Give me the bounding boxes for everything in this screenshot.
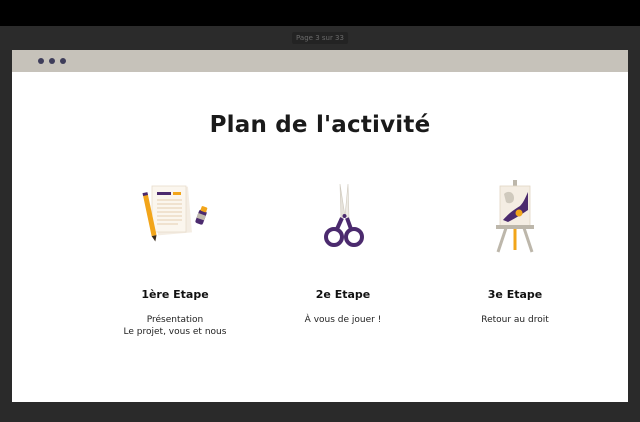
step-1-description: Présentation Le projet, vous et nous bbox=[80, 314, 270, 338]
step-1-line-2: Le projet, vous et nous bbox=[123, 327, 227, 337]
window-bottom-bar bbox=[0, 402, 640, 422]
viewer-toolbar: Page 3 sur 33 bbox=[0, 26, 640, 50]
slide: Plan de l'activité 1ère Etape Présentati… bbox=[12, 50, 628, 402]
step-2-description: À vous de jouer ! bbox=[248, 314, 438, 326]
step-2: 2e Etape À vous de jouer ! bbox=[248, 180, 438, 325]
dot-icon bbox=[60, 58, 66, 64]
step-1-title: 1ère Etape bbox=[141, 288, 209, 301]
step-1-line-1: Présentation bbox=[146, 315, 204, 325]
step-1: 1ère Etape Présentation Le projet, vous … bbox=[80, 180, 270, 337]
dot-icon bbox=[49, 58, 55, 64]
page-indicator: Page 3 sur 33 bbox=[292, 32, 348, 44]
scissors-icon bbox=[248, 180, 438, 252]
step-3-description: Retour au droit bbox=[420, 314, 610, 326]
slide-header-bar bbox=[12, 50, 628, 72]
easel-painting-icon bbox=[420, 180, 610, 254]
dot-icon bbox=[38, 58, 44, 64]
document-pencil-icon bbox=[80, 180, 270, 250]
step-3: 3e Etape Retour au droit bbox=[420, 180, 610, 325]
window-top-bar bbox=[0, 0, 640, 26]
slide-title: Plan de l'activité bbox=[209, 112, 431, 138]
step-2-line-1: À vous de jouer ! bbox=[304, 315, 382, 325]
step-3-line-1: Retour au droit bbox=[481, 315, 549, 325]
step-3-title: 3e Etape bbox=[487, 288, 543, 301]
step-2-title: 2e Etape bbox=[315, 288, 371, 301]
